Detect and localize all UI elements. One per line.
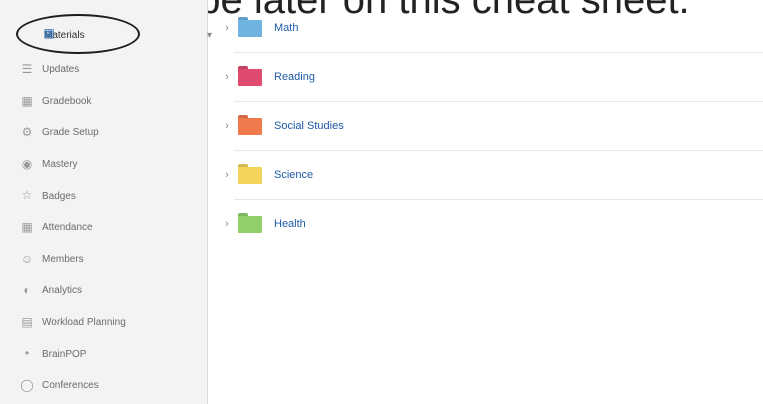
folder-icon bbox=[238, 16, 262, 37]
sidebar-item-label: BrainPOP bbox=[42, 348, 87, 360]
sidebar-item-label: Mastery bbox=[42, 159, 78, 171]
mastery-icon: ◉ bbox=[21, 156, 33, 171]
folder-row-social-studies[interactable]: › Social Studies bbox=[220, 102, 763, 150]
sidebar-item-label: Attendance bbox=[42, 222, 93, 234]
folder-row-reading[interactable]: › Reading bbox=[220, 53, 763, 101]
sidebar-item-brainpop[interactable]: • BrainPOP bbox=[0, 338, 208, 370]
sidebar-item-label: Conferences bbox=[42, 380, 99, 392]
folder-icon bbox=[238, 114, 262, 135]
folder-name[interactable]: Science bbox=[274, 169, 313, 181]
grade-setup-icon: ⚙ bbox=[21, 125, 33, 140]
sidebar-item-materials[interactable]: ▦ Materials ▾ bbox=[18, 20, 212, 50]
chevron-right-icon[interactable]: › bbox=[220, 120, 234, 132]
sidebar-item-conferences[interactable]: ◯ Conferences bbox=[0, 370, 208, 402]
sidebar-item-analytics[interactable]: ◐ Analytics bbox=[0, 275, 208, 307]
sidebar-item-label: Members bbox=[42, 253, 84, 265]
sidebar-item-mastery[interactable]: ◉ Mastery bbox=[0, 149, 208, 181]
brainpop-icon: • bbox=[24, 346, 30, 361]
gradebook-icon: ▦ bbox=[21, 93, 33, 108]
sidebar-item-grade-setup[interactable]: ⚙ Grade Setup bbox=[0, 117, 208, 149]
folder-name[interactable]: Reading bbox=[274, 71, 315, 83]
folder-row-math[interactable]: › Math bbox=[220, 4, 763, 52]
sidebar-item-label: Workload Planning bbox=[42, 317, 126, 329]
chevron-right-icon[interactable]: › bbox=[220, 22, 234, 34]
folder-name[interactable]: Math bbox=[274, 22, 298, 34]
sidebar: ▦ Materials ▾ ☰ Updates ▦ Gradebook ⚙ Gr… bbox=[0, 0, 212, 404]
folder-name[interactable]: Social Studies bbox=[274, 120, 344, 132]
folder-name[interactable]: Health bbox=[274, 218, 306, 230]
chevron-right-icon[interactable]: › bbox=[220, 169, 234, 181]
folder-row-science[interactable]: › Science bbox=[220, 151, 763, 199]
sidebar-item-updates[interactable]: ☰ Updates bbox=[0, 54, 208, 86]
sidebar-nav: ☰ Updates ▦ Gradebook ⚙ Grade Setup ◉ Ma… bbox=[0, 54, 208, 402]
chevron-right-icon[interactable]: › bbox=[220, 218, 234, 230]
folder-icon bbox=[238, 163, 262, 184]
attendance-icon: ▦ bbox=[21, 219, 33, 234]
workload-planning-icon: ▤ bbox=[21, 314, 33, 329]
sidebar-item-workload-planning[interactable]: ▤ Workload Planning bbox=[0, 307, 208, 339]
sidebar-item-label: Updates bbox=[42, 64, 80, 76]
conferences-icon: ◯ bbox=[20, 377, 34, 392]
materials-icon: ▦ bbox=[43, 26, 55, 40]
sidebar-item-badges[interactable]: ☆ Badges bbox=[0, 180, 208, 212]
sidebar-item-gradebook[interactable]: ▦ Gradebook bbox=[0, 86, 208, 118]
materials-folder-list: › Math › Reading › Social Studies › Scie… bbox=[220, 0, 763, 404]
sidebar-item-label: Analytics bbox=[42, 285, 83, 297]
sidebar-item-members[interactable]: ☺ Members bbox=[0, 244, 208, 276]
badges-icon: ☆ bbox=[21, 188, 33, 203]
sidebar-item-label: Gradebook bbox=[42, 95, 92, 107]
folder-icon bbox=[238, 212, 262, 233]
updates-icon: ☰ bbox=[21, 62, 33, 76]
chevron-right-icon[interactable]: › bbox=[220, 71, 234, 83]
folder-row-health[interactable]: › Health bbox=[220, 200, 763, 248]
analytics-icon: ◐ bbox=[23, 283, 31, 298]
sidebar-item-attendance[interactable]: ▦ Attendance bbox=[0, 212, 208, 244]
chevron-down-icon[interactable]: ▾ bbox=[207, 30, 212, 41]
folder-icon bbox=[238, 65, 262, 86]
sidebar-item-label: Grade Setup bbox=[42, 127, 99, 139]
members-icon: ☺ bbox=[20, 251, 34, 266]
sidebar-item-label: Badges bbox=[42, 190, 76, 202]
